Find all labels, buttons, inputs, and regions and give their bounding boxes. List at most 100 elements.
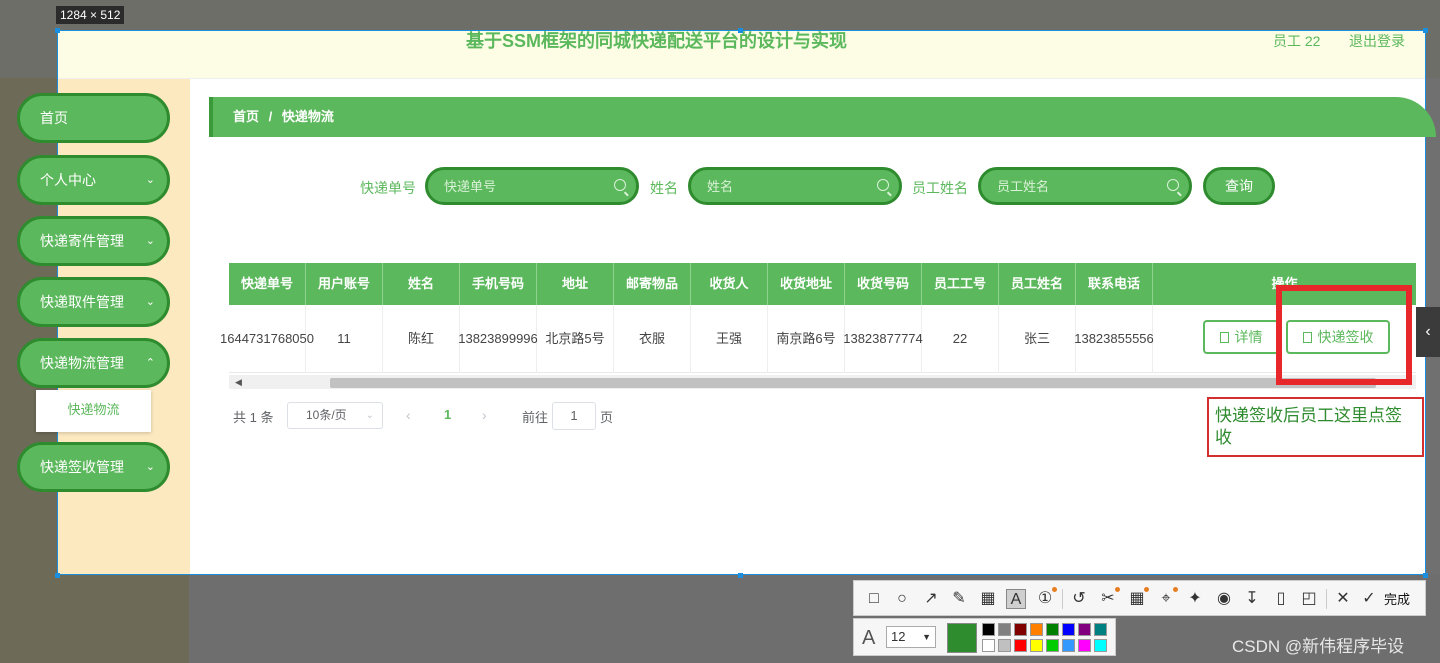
done-button[interactable]: 完成 [1384, 589, 1410, 608]
close-icon[interactable]: ✕ [1333, 589, 1353, 609]
logout-link[interactable]: 退出登录 [1349, 31, 1405, 51]
color-swatch[interactable] [1014, 639, 1027, 652]
detail-button-label: 详情 [1234, 329, 1263, 345]
color-swatch[interactable] [1046, 639, 1059, 652]
sidebar-item-profile[interactable]: 个人中心 ⌄ [17, 155, 170, 205]
selection-size-label: 1284 × 512 [56, 6, 125, 24]
chevron-down-icon: ⌄ [145, 235, 155, 247]
column-header: 地址 [537, 263, 614, 305]
scan-icon[interactable]: ⌖ [1156, 587, 1178, 609]
resize-handle-ne[interactable] [1423, 28, 1428, 33]
chevron-down-icon: ⌄ [365, 410, 374, 421]
font-size-select[interactable]: 12 ▼ [886, 626, 936, 648]
table-cell: 南京路6号 [768, 305, 845, 373]
color-swatch[interactable] [1094, 623, 1107, 636]
sidebar-item-logistics-management[interactable]: 快递物流管理 ⌃ [17, 338, 170, 388]
color-swatch[interactable] [1030, 623, 1043, 636]
search-label-tracking: 快递单号 [360, 180, 416, 196]
undo-icon[interactable]: ↺ [1069, 589, 1089, 609]
mosaic-icon[interactable]: ▦ [978, 589, 998, 609]
column-header: 员工姓名 [999, 263, 1076, 305]
column-header: 收货人 [691, 263, 768, 305]
table-header: 快递单号 用户账号 姓名 手机号码 地址 邮寄物品 收货人 收货地址 收货号码 … [229, 263, 1416, 305]
sidebar-item-label: 快递签收管理 [40, 459, 124, 475]
pin-icon[interactable]: ✦ [1185, 589, 1205, 609]
column-header: 联系电话 [1076, 263, 1153, 305]
sidebar-item-label: 个人中心 [40, 172, 96, 188]
download-icon[interactable]: ↧ [1242, 589, 1262, 609]
current-page[interactable]: 1 [444, 407, 451, 422]
color-swatch[interactable] [998, 623, 1011, 636]
search-icon [1167, 179, 1179, 191]
chevron-down-icon: ⌄ [145, 174, 155, 186]
staff-name-field[interactable] [978, 167, 1192, 205]
ocr-icon[interactable]: ▦ [1127, 587, 1149, 609]
tracking-number-input[interactable] [428, 170, 636, 202]
table-cell: 北京路5号 [537, 305, 614, 373]
sidebar-item-pickup-management[interactable]: 快递取件管理 ⌄ [17, 277, 170, 327]
resize-handle-n[interactable] [738, 28, 743, 33]
next-page-icon[interactable]: › [482, 407, 487, 423]
side-panel-toggle-icon[interactable]: ‹ [1416, 307, 1440, 357]
name-input[interactable] [691, 170, 899, 202]
number-icon[interactable]: ① [1035, 587, 1057, 609]
search-label-name: 姓名 [650, 180, 678, 196]
sidebar-item-home[interactable]: 首页 [17, 93, 170, 143]
resize-handle-s[interactable] [738, 573, 743, 578]
watermark: CSDN @新伟程序毕设 [1232, 637, 1405, 656]
color-swatch[interactable] [1014, 623, 1027, 636]
text-style-toolbar: A 12 ▼ [853, 618, 1116, 656]
pencil-icon[interactable]: ✎ [949, 589, 969, 609]
tracking-number-field[interactable] [425, 167, 639, 205]
column-header: 员工工号 [922, 263, 999, 305]
staff-name-input[interactable] [981, 170, 1189, 202]
table-cell: 陈红 [383, 305, 460, 373]
sidebar-item-sign-management[interactable]: 快递签收管理 ⌄ [17, 442, 170, 492]
query-button[interactable]: 查询 [1203, 167, 1275, 205]
record-icon[interactable]: ◉ [1214, 589, 1234, 609]
color-swatch[interactable] [1094, 639, 1107, 652]
scissors-icon[interactable]: ✂ [1098, 587, 1120, 609]
scrollbar-thumb[interactable] [330, 378, 1376, 388]
color-swatch[interactable] [982, 623, 995, 636]
check-icon[interactable]: ✓ [1359, 589, 1379, 609]
font-size-value: 12 [891, 629, 906, 644]
annotation-text[interactable]: 快递签收后员工这里点签收 [1207, 397, 1424, 457]
sidebar-item-send-management[interactable]: 快递寄件管理 ⌄ [17, 216, 170, 266]
resize-handle-sw[interactable] [55, 573, 60, 578]
chevron-down-icon: ⌄ [145, 461, 155, 473]
ellipse-icon[interactable]: ○ [892, 589, 912, 609]
color-swatch[interactable] [1078, 639, 1091, 652]
sidebar-item-label: 快递取件管理 [40, 294, 124, 310]
color-swatch[interactable] [1030, 639, 1043, 652]
prev-page-icon[interactable]: ‹ [406, 407, 411, 423]
color-swatch[interactable] [1062, 623, 1075, 636]
arrow-icon[interactable]: ↗ [921, 589, 941, 609]
goto-page-input[interactable]: 1 [552, 402, 596, 430]
breadcrumb-home[interactable]: 首页 [233, 109, 259, 124]
name-field[interactable] [688, 167, 902, 205]
page-size-select[interactable]: 10条/页 ⌄ [287, 402, 383, 429]
scroll-left-icon[interactable]: ◀ [235, 375, 242, 389]
save-icon[interactable]: ▯ [1271, 589, 1291, 609]
highlight-rectangle[interactable] [1276, 285, 1412, 385]
resize-handle-se[interactable] [1423, 573, 1428, 578]
color-swatch[interactable] [998, 639, 1011, 652]
goto-suffix: 页 [600, 410, 614, 425]
text-icon[interactable]: A [1006, 589, 1026, 609]
color-swatch[interactable] [1062, 639, 1075, 652]
table-cell: 衣服 [614, 305, 691, 373]
color-swatch[interactable] [1078, 623, 1091, 636]
detail-button[interactable]: 详情 [1203, 320, 1279, 354]
color-swatch[interactable] [982, 639, 995, 652]
current-color-swatch[interactable] [947, 623, 977, 653]
new-badge [1173, 587, 1178, 592]
new-badge [1115, 587, 1120, 592]
color-swatch[interactable] [1046, 623, 1059, 636]
submenu-item-logistics[interactable]: 快递物流 [36, 390, 151, 432]
breadcrumb-current: 快递物流 [281, 109, 334, 124]
search-icon [877, 179, 889, 191]
resize-handle-nw[interactable] [55, 28, 60, 33]
bookmark-icon[interactable]: ◰ [1299, 589, 1319, 609]
rectangle-icon[interactable]: □ [864, 589, 884, 609]
